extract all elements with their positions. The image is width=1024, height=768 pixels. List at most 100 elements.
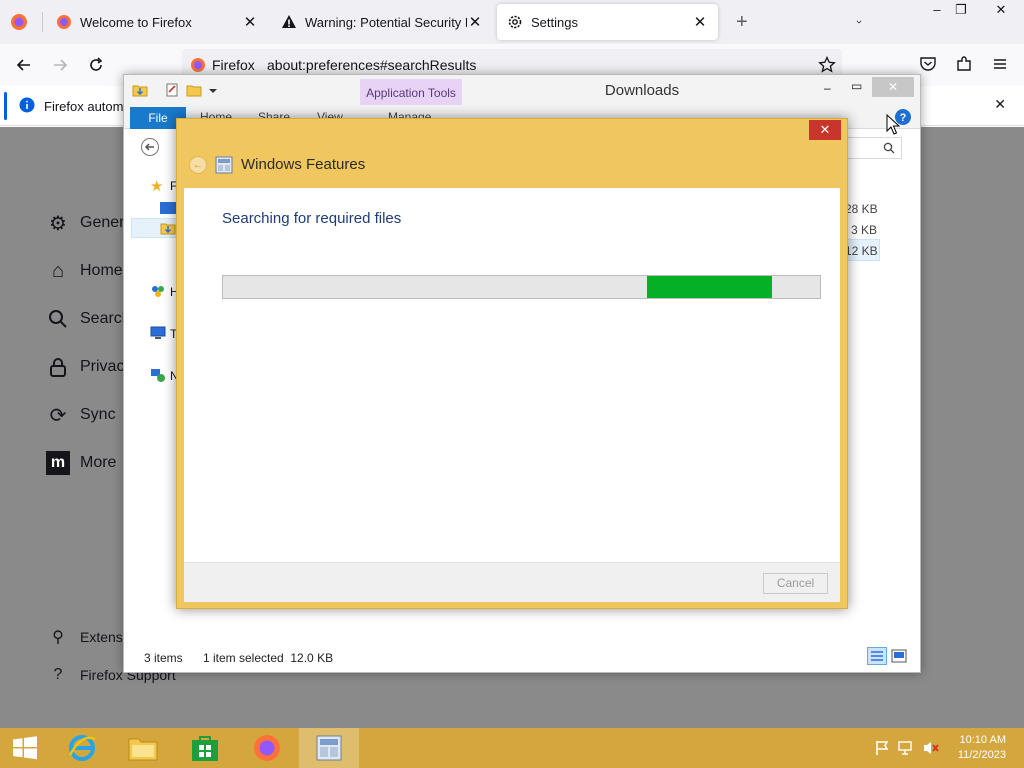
forward-button[interactable] xyxy=(48,53,72,77)
url-text[interactable]: about:preferences#searchResults xyxy=(267,57,476,73)
close-tab-icon[interactable]: ✕ xyxy=(692,13,708,31)
downloads-folder-icon xyxy=(160,223,176,235)
explorer-title: Downloads xyxy=(604,82,680,99)
extensions-icon[interactable] xyxy=(955,55,973,73)
store-icon xyxy=(192,736,218,761)
menu-icon[interactable] xyxy=(991,55,1009,73)
back-button[interactable] xyxy=(12,53,36,77)
network-icon xyxy=(151,369,165,382)
explorer-search-box[interactable] xyxy=(846,137,902,159)
file-size: 3 KB xyxy=(851,223,878,237)
new-tab-button[interactable]: + xyxy=(726,4,754,40)
taskbar-store[interactable] xyxy=(175,728,235,768)
taskbar-internet-explorer[interactable] xyxy=(52,728,112,768)
pref-nav-label: Privac xyxy=(80,358,125,375)
this-pc-icon xyxy=(150,326,166,339)
tab-separator xyxy=(42,12,43,32)
taskbar-file-explorer[interactable] xyxy=(113,728,173,768)
file-size: 12 KB xyxy=(845,244,878,258)
search-icon xyxy=(46,307,70,331)
pref-nav-label: More xyxy=(80,454,117,471)
warning-icon xyxy=(282,15,296,28)
explorer-close-button[interactable]: ✕ xyxy=(872,77,914,97)
windows-features-icon xyxy=(215,156,233,173)
pref-footer-extensions[interactable]: ⚲ Extensio xyxy=(46,625,134,649)
dialog-header: ← Windows Features xyxy=(177,141,847,188)
details-view-icon[interactable] xyxy=(867,647,887,665)
explorer-back-icon[interactable] xyxy=(140,137,160,157)
firefox-tab-bar: Welcome to Firefox ✕ Warning: Potential … xyxy=(0,0,1024,44)
pref-nav-label: Sync xyxy=(80,406,116,423)
windows-taskbar: 10:10 AM 11/2/2023 xyxy=(0,728,1024,768)
network-tray-icon[interactable] xyxy=(898,740,916,756)
reload-icon xyxy=(90,57,103,71)
taskbar-windows-features[interactable] xyxy=(299,728,359,768)
action-center-flag-icon[interactable] xyxy=(874,740,890,756)
large-icons-view-icon[interactable] xyxy=(891,649,907,663)
cancel-button[interactable]: Cancel xyxy=(763,573,828,594)
pref-nav-label: Gener xyxy=(80,214,125,231)
explorer-status-bar: 3 items 1 item selected 12.0 KB xyxy=(124,644,920,672)
tab-label: Warning: Potential Security Risk xyxy=(305,14,467,30)
dialog-title: Windows Features xyxy=(241,156,366,173)
gear-icon xyxy=(508,15,522,29)
start-icon xyxy=(13,736,37,760)
pref-nav-privacy[interactable]: Privac xyxy=(46,355,124,379)
close-tab-icon[interactable]: ✕ xyxy=(242,13,258,31)
firefox-icon xyxy=(191,58,205,72)
dialog-footer: Cancel xyxy=(184,562,840,602)
tab-settings[interactable]: Settings ✕ xyxy=(497,4,718,40)
notice-close-icon[interactable]: ✕ xyxy=(994,96,1006,113)
volume-muted-icon[interactable] xyxy=(922,740,940,756)
reload-button[interactable] xyxy=(84,53,108,77)
gear-icon: ⚙ xyxy=(49,212,67,235)
pref-nav-search[interactable]: Search xyxy=(46,307,131,331)
arrow-right-icon xyxy=(54,59,68,71)
svg-text:?: ? xyxy=(900,112,907,124)
status-item-count: 3 items xyxy=(144,651,183,665)
firefox-icon xyxy=(11,14,27,30)
start-button[interactable] xyxy=(0,728,50,768)
close-tab-icon[interactable]: ✕ xyxy=(467,13,483,31)
pref-nav-sync[interactable]: ⟳ Sync xyxy=(46,403,116,427)
explorer-maximize-button[interactable]: ▭ xyxy=(851,79,862,93)
maximize-button[interactable]: ❐ xyxy=(946,2,976,22)
explorer-minimize-button[interactable]: – xyxy=(824,81,831,95)
pref-nav-home[interactable]: ⌂ Home xyxy=(46,259,123,283)
puzzle-icon: ⚲ xyxy=(52,629,64,646)
chevron-down-icon xyxy=(856,20,862,24)
tab-welcome[interactable]: Welcome to Firefox ✕ xyxy=(46,4,268,40)
desktop-icon xyxy=(160,202,176,214)
dialog-close-button[interactable]: ✕ xyxy=(809,120,841,140)
progress-bar-fill xyxy=(646,276,773,298)
dialog-body: Searching for required files xyxy=(184,188,840,562)
back-arrow-icon[interactable]: ← xyxy=(189,155,207,174)
internet-explorer-icon xyxy=(68,735,96,761)
favorites-star-icon: ★ xyxy=(150,178,164,195)
bookmark-star-icon[interactable] xyxy=(818,56,836,74)
pref-nav-general[interactable]: ⚙ Gener xyxy=(46,211,124,235)
home-icon: ⌂ xyxy=(51,259,65,282)
pocket-icon[interactable] xyxy=(919,55,937,73)
firefox-icon xyxy=(254,735,280,761)
file-size: 28 KB xyxy=(845,202,878,216)
progress-bar xyxy=(222,275,821,299)
arrow-left-icon xyxy=(16,59,30,71)
windows-features-icon xyxy=(316,735,342,761)
mozilla-icon: m xyxy=(46,451,70,475)
taskbar-firefox[interactable] xyxy=(237,728,297,768)
status-selection: 1 item selected 12.0 KB xyxy=(203,651,334,665)
identity-box[interactable]: Firefox xyxy=(190,57,255,73)
clock-date: 11/2/2023 xyxy=(957,749,1006,761)
help-icon: ? xyxy=(53,666,63,683)
windows-features-dialog: ✕ ← Windows Features Searching for requi… xyxy=(176,118,848,609)
tab-security-warning[interactable]: Warning: Potential Security Risk ✕ xyxy=(271,4,493,40)
tab-label: Settings xyxy=(531,14,578,30)
pref-nav-more[interactable]: m More xyxy=(46,451,116,475)
dialog-status-text: Searching for required files xyxy=(222,210,402,227)
firefox-view-button[interactable] xyxy=(0,4,42,40)
list-all-tabs-button[interactable] xyxy=(846,4,872,40)
close-window-button[interactable]: ✕ xyxy=(986,2,1016,22)
sync-icon: ⟳ xyxy=(49,404,67,427)
tray-clock[interactable]: 10:10 AM 11/2/2023 xyxy=(958,733,1006,763)
